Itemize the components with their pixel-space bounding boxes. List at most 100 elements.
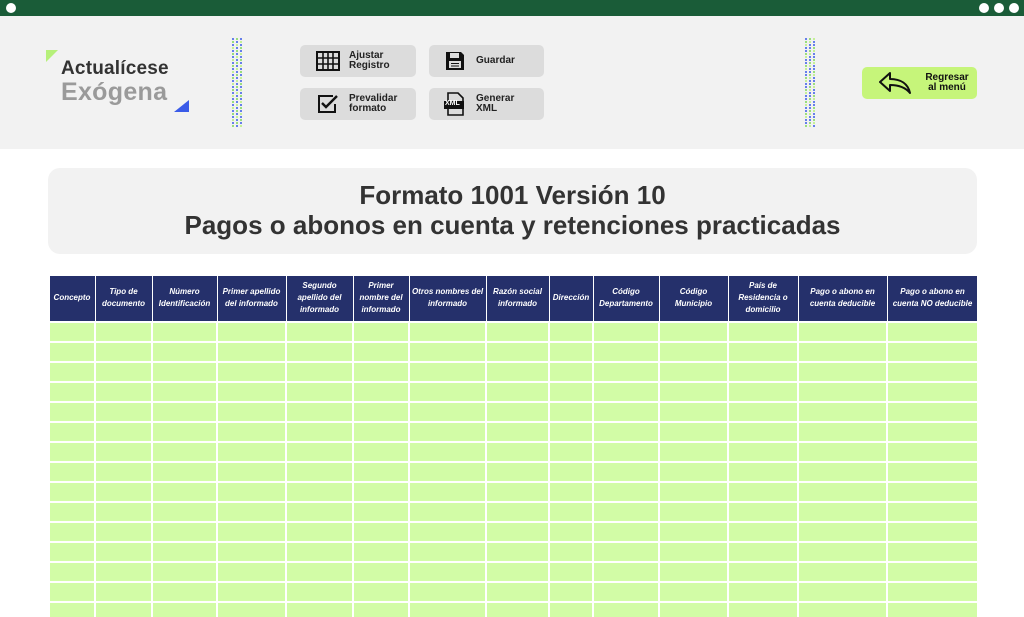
table-cell[interactable]: [48, 520, 96, 543]
table-cell[interactable]: [216, 400, 287, 423]
table-cell[interactable]: [151, 400, 218, 423]
table-cell[interactable]: [548, 580, 594, 603]
ajustar-registro-button[interactable]: Ajustar Registro: [300, 45, 416, 77]
table-cell[interactable]: [48, 380, 96, 403]
table-cell[interactable]: [886, 320, 977, 343]
table-cell[interactable]: [352, 560, 410, 583]
table-cell[interactable]: [216, 540, 287, 563]
table-cell[interactable]: [216, 560, 287, 583]
table-cell[interactable]: [216, 480, 287, 503]
table-cell[interactable]: [727, 340, 799, 363]
table-cell[interactable]: [151, 520, 218, 543]
table-cell[interactable]: [352, 600, 410, 617]
table-cell[interactable]: [658, 420, 729, 443]
table-cell[interactable]: [658, 380, 729, 403]
table-cell[interactable]: [548, 440, 594, 463]
table-cell[interactable]: [352, 320, 410, 343]
table-cell[interactable]: [408, 480, 487, 503]
table-cell[interactable]: [658, 460, 729, 483]
table-cell[interactable]: [886, 540, 977, 563]
table-cell[interactable]: [886, 500, 977, 523]
table-cell[interactable]: [727, 360, 799, 383]
table-cell[interactable]: [408, 420, 487, 443]
table-cell[interactable]: [797, 600, 888, 617]
table-cell[interactable]: [485, 600, 550, 617]
table-cell[interactable]: [48, 400, 96, 423]
table-cell[interactable]: [408, 320, 487, 343]
table-cell[interactable]: [592, 600, 660, 617]
table-cell[interactable]: [408, 340, 487, 363]
table-cell[interactable]: [48, 540, 96, 563]
table-cell[interactable]: [94, 560, 153, 583]
table-cell[interactable]: [797, 480, 888, 503]
table-cell[interactable]: [485, 580, 550, 603]
table-cell[interactable]: [352, 460, 410, 483]
table-cell[interactable]: [48, 440, 96, 463]
table-cell[interactable]: [94, 600, 153, 617]
table-cell[interactable]: [548, 560, 594, 583]
table-cell[interactable]: [151, 560, 218, 583]
table-cell[interactable]: [151, 480, 218, 503]
table-cell[interactable]: [216, 500, 287, 523]
table-cell[interactable]: [548, 480, 594, 503]
table-cell[interactable]: [216, 600, 287, 617]
table-cell[interactable]: [48, 560, 96, 583]
table-cell[interactable]: [352, 340, 410, 363]
table-cell[interactable]: [548, 360, 594, 383]
table-cell[interactable]: [94, 520, 153, 543]
table-cell[interactable]: [94, 360, 153, 383]
table-cell[interactable]: [151, 340, 218, 363]
table-cell[interactable]: [658, 340, 729, 363]
table-cell[interactable]: [727, 440, 799, 463]
table-cell[interactable]: [727, 520, 799, 543]
table-cell[interactable]: [548, 460, 594, 483]
table-cell[interactable]: [48, 340, 96, 363]
table-cell[interactable]: [658, 440, 729, 463]
table-cell[interactable]: [658, 500, 729, 523]
window-dot-icon[interactable]: [1009, 3, 1019, 13]
table-cell[interactable]: [658, 560, 729, 583]
table-cell[interactable]: [151, 460, 218, 483]
table-cell[interactable]: [352, 520, 410, 543]
table-cell[interactable]: [285, 520, 354, 543]
table-cell[interactable]: [485, 320, 550, 343]
table-cell[interactable]: [285, 340, 354, 363]
table-cell[interactable]: [592, 520, 660, 543]
table-cell[interactable]: [592, 580, 660, 603]
table-cell[interactable]: [797, 360, 888, 383]
table-cell[interactable]: [797, 440, 888, 463]
table-cell[interactable]: [727, 380, 799, 403]
table-cell[interactable]: [285, 600, 354, 617]
table-cell[interactable]: [548, 400, 594, 423]
table-cell[interactable]: [727, 580, 799, 603]
table-cell[interactable]: [886, 380, 977, 403]
table-cell[interactable]: [94, 500, 153, 523]
table-cell[interactable]: [485, 440, 550, 463]
table-cell[interactable]: [727, 560, 799, 583]
table-cell[interactable]: [408, 440, 487, 463]
table-cell[interactable]: [285, 320, 354, 343]
table-cell[interactable]: [886, 420, 977, 443]
table-cell[interactable]: [352, 420, 410, 443]
table-cell[interactable]: [485, 340, 550, 363]
table-cell[interactable]: [285, 540, 354, 563]
table-cell[interactable]: [408, 540, 487, 563]
table-cell[interactable]: [658, 580, 729, 603]
table-cell[interactable]: [216, 360, 287, 383]
table-cell[interactable]: [285, 500, 354, 523]
table-cell[interactable]: [658, 320, 729, 343]
table-cell[interactable]: [886, 560, 977, 583]
table-cell[interactable]: [727, 480, 799, 503]
table-cell[interactable]: [94, 420, 153, 443]
guardar-button[interactable]: Guardar: [429, 45, 544, 77]
table-cell[interactable]: [886, 360, 977, 383]
table-cell[interactable]: [216, 380, 287, 403]
table-cell[interactable]: [48, 420, 96, 443]
table-cell[interactable]: [48, 460, 96, 483]
window-dot-icon[interactable]: [979, 3, 989, 13]
table-cell[interactable]: [727, 540, 799, 563]
table-cell[interactable]: [408, 560, 487, 583]
table-cell[interactable]: [94, 440, 153, 463]
table-cell[interactable]: [797, 560, 888, 583]
table-cell[interactable]: [48, 500, 96, 523]
